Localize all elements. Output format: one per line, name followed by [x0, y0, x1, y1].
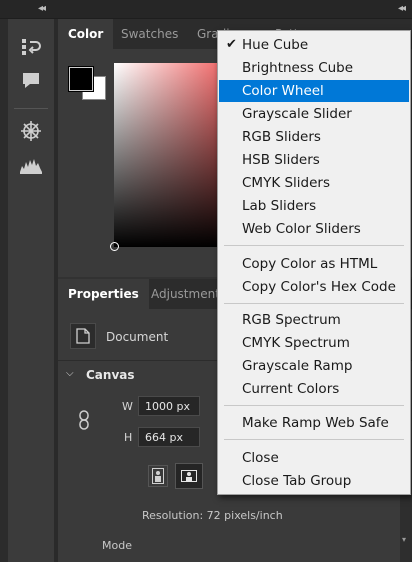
menu-item-cmyk-spectrum[interactable]: CMYK Spectrum: [219, 332, 409, 354]
width-field[interactable]: 1000 px: [138, 396, 200, 416]
menu-separator: [224, 439, 404, 440]
tab-properties[interactable]: Properties: [58, 279, 149, 309]
height-field[interactable]: 664 px: [138, 427, 200, 447]
height-label: H: [124, 431, 133, 444]
document-icon: [70, 323, 96, 349]
divider: [14, 108, 48, 109]
brush-settings-icon[interactable]: [16, 117, 46, 145]
scroll-down-icon[interactable]: ▾: [402, 535, 406, 544]
menu-item-current-colors[interactable]: Current Colors: [219, 378, 409, 400]
color-field[interactable]: [110, 63, 234, 251]
menu-item-grayscale-ramp[interactable]: Grayscale Ramp: [219, 355, 409, 377]
portrait-icon: [152, 468, 164, 484]
menu-item-make-ramp-web-safe[interactable]: Make Ramp Web Safe: [219, 412, 409, 434]
color-panel-flyout-menu: ✔ Hue Cube Brightness Cube Color Wheel G…: [217, 30, 411, 495]
menu-item-lab-sliders[interactable]: Lab Sliders: [219, 195, 409, 217]
properties-scrollbar[interactable]: ▾: [400, 495, 412, 562]
menu-item-hsb-sliders[interactable]: HSB Sliders: [219, 149, 409, 171]
landscape-orientation-button[interactable]: [175, 463, 203, 489]
chevron-down-icon[interactable]: ⌵: [66, 368, 74, 379]
menu-item-copy-hex-code[interactable]: Copy Color's Hex Code: [219, 276, 409, 298]
collapse-icon[interactable]: ◂◂: [38, 3, 46, 14]
dock-edge: [0, 19, 8, 562]
menu-item-label: Hue Cube: [242, 37, 309, 53]
tab-swatches[interactable]: Swatches: [111, 19, 188, 49]
menu-separator: [224, 303, 404, 304]
top-collapse-strip: ◂◂ ◂◂: [0, 0, 412, 19]
histogram-icon[interactable]: [16, 151, 46, 179]
menu-item-web-color-sliders[interactable]: Web Color Sliders: [219, 218, 409, 240]
color-picker-marker[interactable]: [110, 242, 119, 251]
checkmark-icon: ✔: [226, 37, 237, 52]
comments-icon[interactable]: [16, 67, 46, 95]
menu-separator: [224, 245, 404, 246]
menu-item-grayscale-slider[interactable]: Grayscale Slider: [219, 103, 409, 125]
mode-label: Mode: [102, 539, 132, 552]
portrait-orientation-button[interactable]: [148, 465, 168, 487]
menu-item-brightness-cube[interactable]: Brightness Cube: [219, 57, 409, 79]
menu-separator: [224, 405, 404, 406]
resolution-text: Resolution: 72 pixels/inch: [142, 509, 283, 522]
tab-color[interactable]: Color: [58, 19, 114, 49]
document-label: Document: [106, 330, 169, 344]
menu-item-hue-cube[interactable]: ✔ Hue Cube: [219, 34, 409, 56]
menu-item-close[interactable]: Close: [219, 447, 409, 469]
menu-item-rgb-sliders[interactable]: RGB Sliders: [219, 126, 409, 148]
menu-item-color-wheel[interactable]: Color Wheel: [219, 80, 409, 102]
canvas-section-title[interactable]: Canvas: [86, 368, 135, 382]
collapse-icon[interactable]: ◂◂: [398, 3, 406, 14]
link-icon[interactable]: [78, 410, 90, 433]
menu-item-cmyk-sliders[interactable]: CMYK Sliders: [219, 172, 409, 194]
landscape-icon: [181, 470, 197, 482]
menu-item-close-tab-group[interactable]: Close Tab Group: [219, 470, 409, 492]
foreground-color-swatch[interactable]: [69, 67, 93, 91]
menu-item-rgb-spectrum[interactable]: RGB Spectrum: [219, 309, 409, 331]
width-label: W: [122, 400, 133, 413]
history-icon[interactable]: [16, 33, 46, 61]
panel-icon-strip: [8, 19, 55, 562]
menu-item-copy-color-as-html[interactable]: Copy Color as HTML: [219, 253, 409, 275]
